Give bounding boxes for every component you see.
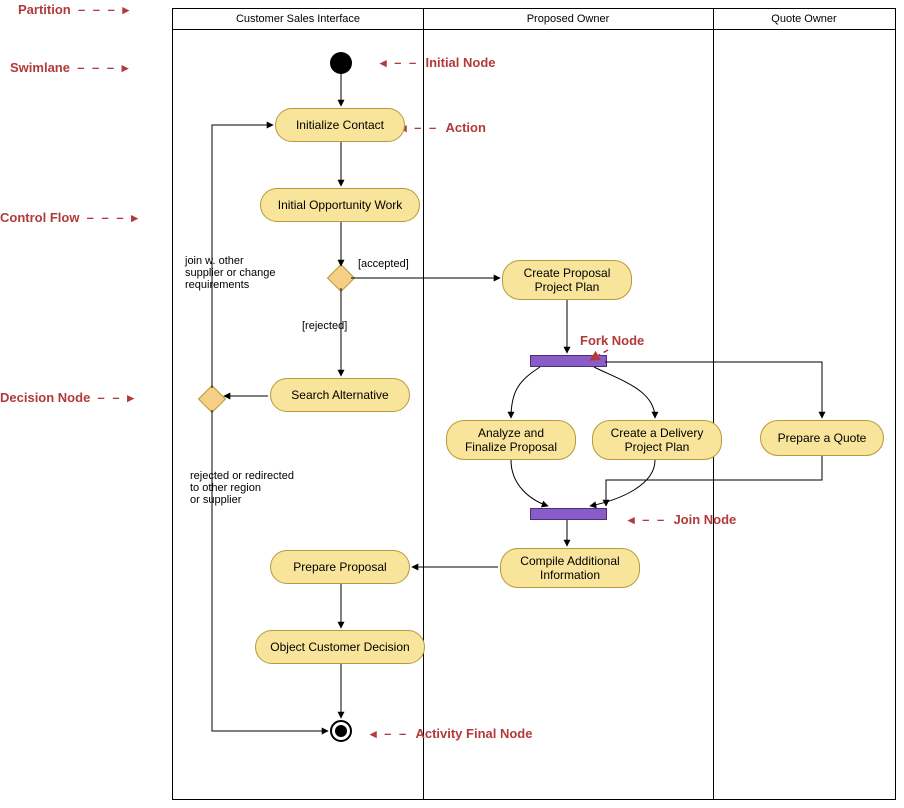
annot-swimlane: Swimlane – – – ▸ [10, 60, 130, 76]
action-analyze: Analyze and Finalize Proposal [446, 420, 576, 460]
annot-decision: Decision Node – – ▸ [0, 390, 136, 406]
action-init-opp: Initial Opportunity Work [260, 188, 420, 222]
lane-header-1: Customer Sales Interface [173, 9, 423, 30]
fork-bar [530, 355, 607, 367]
lane-header-2: Proposed Owner [423, 9, 713, 30]
final-node [330, 720, 352, 742]
join-bar [530, 508, 607, 520]
lane-col-3 [713, 9, 895, 799]
action-delivery: Create a Delivery Project Plan [592, 420, 722, 460]
annot-fork: Fork Node [580, 333, 644, 348]
annot-partition: Partition – – – ▸ [18, 2, 131, 18]
annot-controlflow: Control Flow – – – ▸ [0, 210, 140, 226]
action-init-contact: Initialize Contact [275, 108, 405, 142]
action-create-plan: Create Proposal Project Plan [502, 260, 632, 300]
action-prepare-proposal: Prepare Proposal [270, 550, 410, 584]
diagram-canvas: Customer Sales Interface Proposed Owner … [0, 0, 904, 808]
annot-join: ◂ – – Join Node [628, 512, 736, 528]
annot-action: ◂ – – Action [400, 120, 486, 136]
action-object-decision: Object Customer Decision [255, 630, 425, 664]
initial-node [330, 52, 352, 74]
guard-rejected: [rejected] [302, 320, 347, 332]
annot-initial: ◂ – – Initial Node [380, 55, 496, 71]
annot-final: ◂ – – Activity Final Node [370, 726, 532, 742]
lane-header-3: Quote Owner [713, 9, 895, 30]
guard-join-text: join w. other supplier or change require… [185, 255, 276, 291]
action-quote: Prepare a Quote [760, 420, 884, 456]
guard-rejected-text: rejected or redirected to other region o… [190, 470, 294, 506]
action-compile: Compile Additional Information [500, 548, 640, 588]
action-search-alt: Search Alternative [270, 378, 410, 412]
guard-accepted: [accepted] [358, 258, 409, 270]
